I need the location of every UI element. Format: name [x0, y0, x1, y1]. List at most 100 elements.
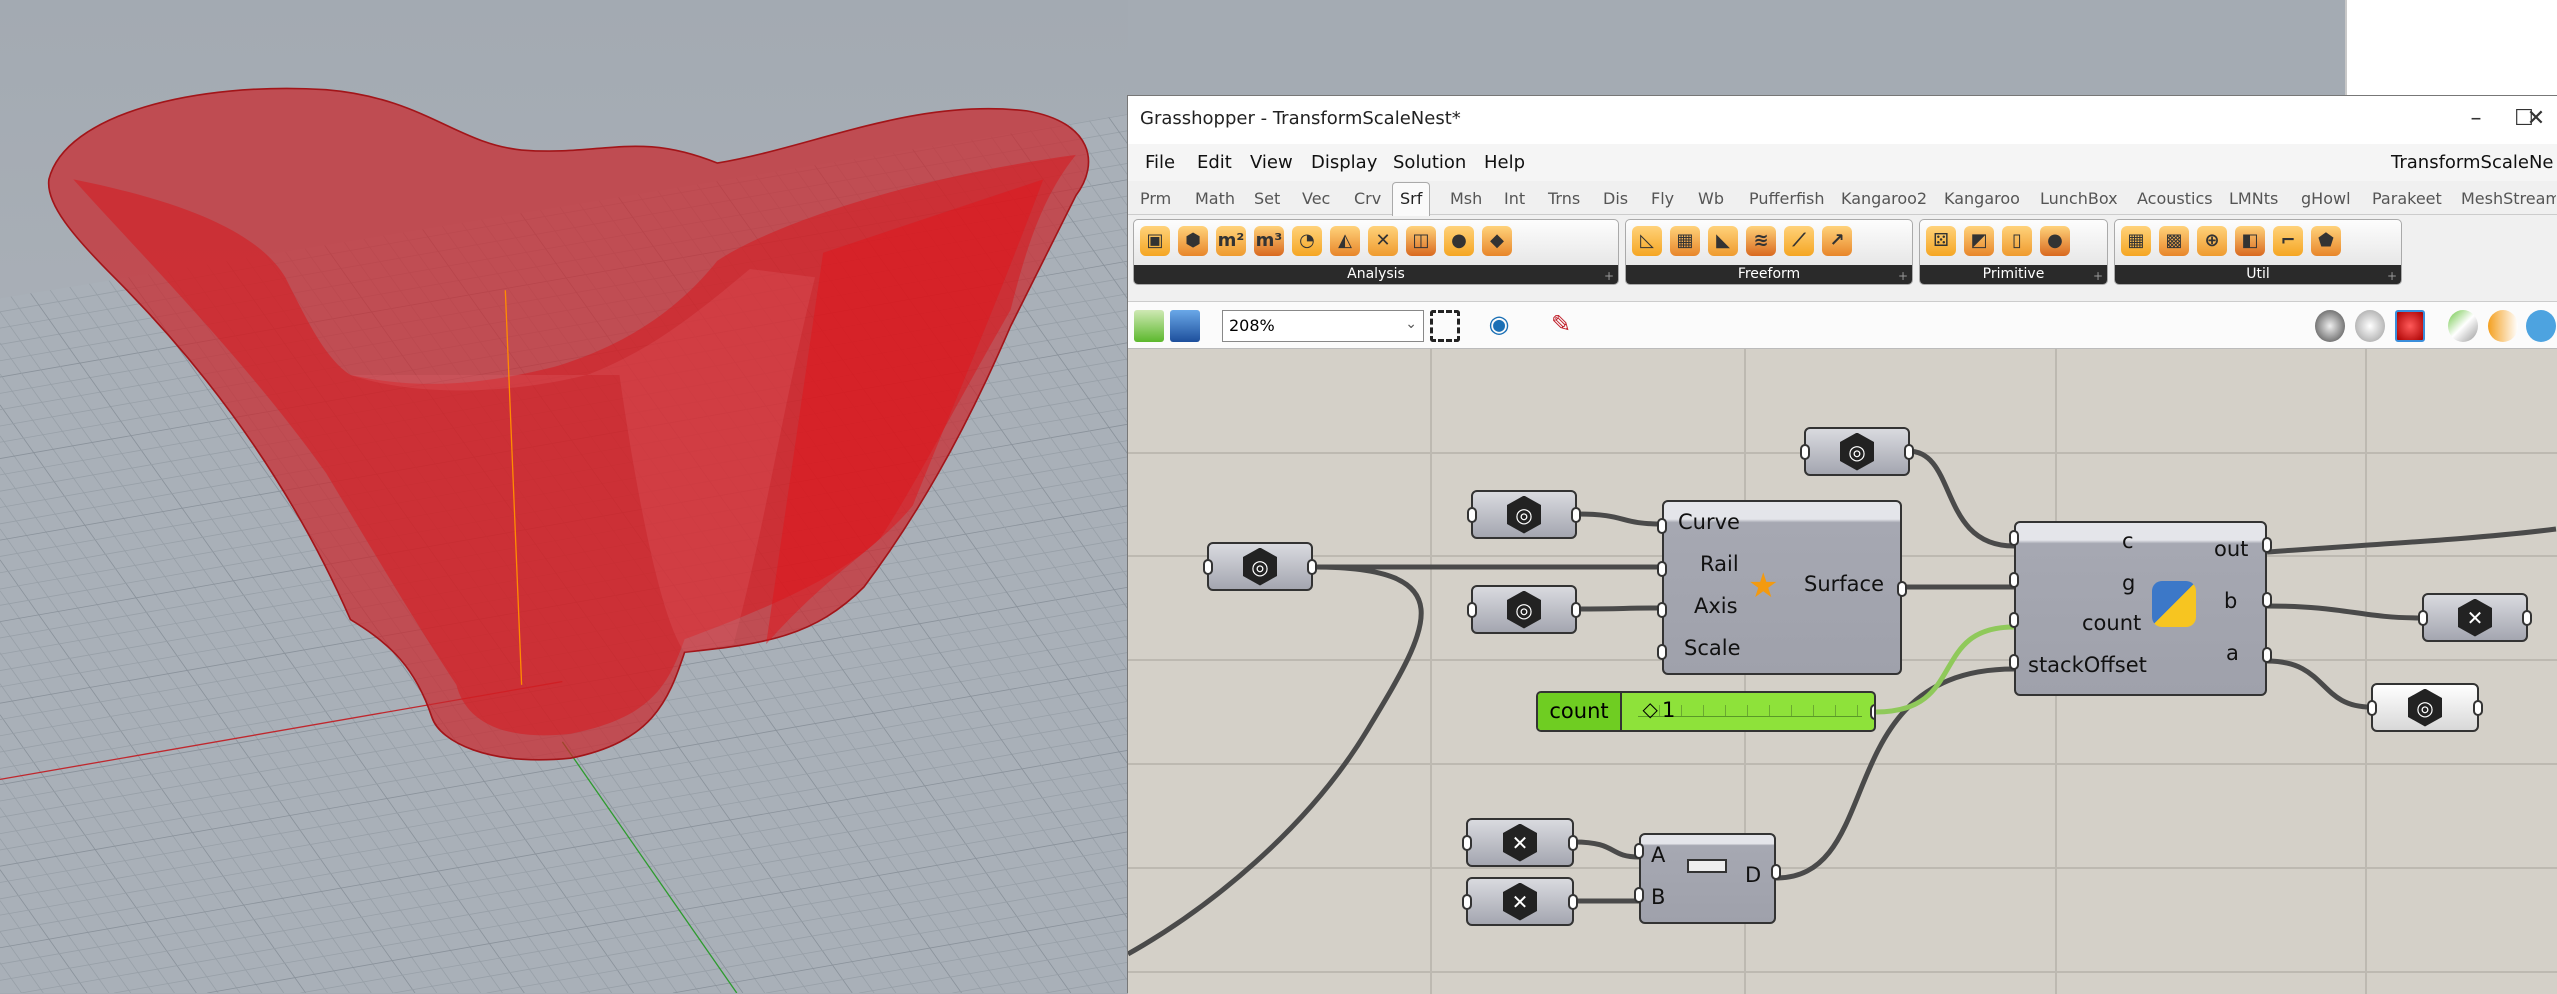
preview-shaded-icon[interactable]	[2395, 310, 2425, 342]
plane-box-icon[interactable]: ◩	[1964, 226, 1994, 256]
cylinder-icon[interactable]: ▯	[2002, 226, 2032, 256]
output-d[interactable]: D	[1745, 863, 1761, 887]
input-rail[interactable]: Rail	[1700, 552, 1739, 576]
shape-icon[interactable]: ◆	[1482, 226, 1512, 256]
sphere-points-icon[interactable]: ⚄	[1926, 226, 1956, 256]
volume-icon[interactable]: m³	[1254, 226, 1284, 256]
pipe-icon[interactable]: ⟋	[1784, 226, 1814, 256]
tab-acoustics[interactable]: Acoustics	[2137, 189, 2213, 208]
output-surface[interactable]: Surface	[1804, 572, 1884, 596]
axis-param[interactable]: ◎	[1467, 585, 1581, 634]
sweep-icon[interactable]: ↗	[1822, 226, 1852, 256]
preview-selected-icon[interactable]	[2448, 310, 2478, 342]
tab-ghowl[interactable]: gHowl	[2301, 189, 2351, 208]
expand-group-icon[interactable]: +	[1898, 269, 1908, 283]
isotrim-icon[interactable]: ▩	[2159, 226, 2189, 256]
tab-dis[interactable]: Dis	[1603, 189, 1628, 208]
curve-param[interactable]: ◎	[1467, 490, 1581, 539]
tab-lmnts[interactable]: LMNts	[2229, 189, 2278, 208]
flip-icon[interactable]: ⬟	[2311, 226, 2341, 256]
offset-icon[interactable]: ⊕	[2197, 226, 2227, 256]
menu-solution[interactable]: Solution	[1393, 152, 1466, 173]
sketch-pen-icon[interactable]: ✎	[1546, 310, 1576, 342]
tab-fly[interactable]: Fly	[1651, 189, 1674, 208]
slider-grip[interactable]: ◇	[1642, 697, 1657, 721]
expand-group-icon[interactable]: +	[2387, 269, 2397, 283]
input-curve[interactable]: Curve	[1678, 510, 1740, 534]
closest-point-icon[interactable]: ◫	[1406, 226, 1436, 256]
network-icon[interactable]: ▦	[1670, 226, 1700, 256]
input-a[interactable]: A	[1651, 843, 1665, 867]
tab-math[interactable]: Math	[1195, 189, 1235, 208]
output-out[interactable]: out	[2214, 537, 2248, 561]
evaluate-icon[interactable]: ◔	[1292, 226, 1322, 256]
python-component[interactable]: c g count stackOffset out b a	[2009, 521, 2272, 696]
input-count[interactable]: count	[2082, 611, 2141, 635]
rail-revolution-component[interactable]: Curve Rail Axis Scale ★ Surface	[1657, 500, 1907, 675]
tab-prm[interactable]: Prm	[1140, 189, 1171, 208]
tab-lunchbox[interactable]: LunchBox	[2040, 189, 2118, 208]
save-file-icon[interactable]	[1170, 310, 1200, 342]
menu-help[interactable]: Help	[1484, 152, 1525, 173]
brep-icon[interactable]: ⬢	[1178, 226, 1208, 256]
expand-group-icon[interactable]: +	[2093, 269, 2103, 283]
curve-param-a[interactable]: ◎	[2367, 683, 2483, 732]
extrude-icon[interactable]: ◣	[1708, 226, 1738, 256]
input-axis[interactable]: Axis	[1694, 594, 1738, 618]
close-button[interactable]: ✕	[2516, 102, 2556, 136]
edges-icon[interactable]: ⌐	[2273, 226, 2303, 256]
tab-msh[interactable]: Msh	[1450, 189, 1482, 208]
output-b[interactable]: b	[2224, 589, 2237, 613]
tab-crv[interactable]: Crv	[1354, 189, 1381, 208]
tab-wb[interactable]: Wb	[1698, 189, 1724, 208]
menu-view[interactable]: View	[1250, 152, 1293, 173]
minimize-button[interactable]: –	[2456, 102, 2496, 136]
tab-set[interactable]: Set	[1254, 189, 1280, 208]
menu-file[interactable]: File	[1145, 152, 1175, 173]
tab-srf[interactable]: Srf	[1392, 182, 1431, 216]
sphere-icon[interactable]: ●	[2040, 226, 2070, 256]
deconstruct-icon[interactable]: ◭	[1330, 226, 1360, 256]
tab-kangaroo[interactable]: Kangaroo	[1944, 189, 2020, 208]
area-icon[interactable]: m²	[1216, 226, 1246, 256]
document-name[interactable]: TransformScaleNe	[2391, 152, 2554, 173]
input-b[interactable]: B	[1651, 885, 1665, 909]
tab-kangaroo2[interactable]: Kangaroo2	[1841, 189, 1927, 208]
divide-icon[interactable]: ▦	[2121, 226, 2151, 256]
curve-param-top[interactable]: ◎	[1800, 427, 1914, 476]
input-c[interactable]: c	[2122, 529, 2134, 553]
tab-meshstreami[interactable]: MeshStreami	[2461, 189, 2556, 208]
preview-off-icon[interactable]	[2315, 310, 2345, 342]
input-scale[interactable]: Scale	[1684, 636, 1741, 660]
open-file-icon[interactable]	[1134, 310, 1164, 342]
menu-display[interactable]: Display	[1311, 152, 1377, 173]
grasshopper-canvas[interactable]: ◎ ◎ ◎ ◎ Curve Rail Axis Scale ★ Surface …	[1128, 349, 2557, 994]
zoom-dropdown[interactable]: 208% ⌄	[1222, 310, 1424, 342]
tab-trns[interactable]: Trns	[1548, 189, 1580, 208]
generic-param-b[interactable]: ✕	[2418, 593, 2532, 642]
output-a[interactable]: a	[2226, 641, 2239, 665]
input-stackoffset[interactable]: stackOffset	[2028, 653, 2147, 677]
zoom-extents-icon[interactable]	[1430, 310, 1460, 342]
generic-param-2[interactable]: ✕	[1462, 877, 1578, 926]
menu-edit[interactable]: Edit	[1197, 152, 1232, 173]
rhino-viewport[interactable]	[0, 0, 1128, 993]
count-number-slider[interactable]: count ◇ 1	[1536, 691, 1876, 732]
preview-settings-icon[interactable]	[2526, 310, 2556, 342]
generic-param-1[interactable]: ✕	[1462, 818, 1578, 867]
dimensions-icon[interactable]: ✕	[1368, 226, 1398, 256]
preview-mesh-icon[interactable]	[2488, 310, 2518, 342]
cap-icon[interactable]: ◧	[2235, 226, 2265, 256]
preview-wireframe-icon[interactable]	[2355, 310, 2385, 342]
loft-icon[interactable]: ≋	[1746, 226, 1776, 256]
eye-icon[interactable]: ◉	[1484, 310, 1514, 342]
tab-parakeet[interactable]: Parakeet	[2372, 189, 2442, 208]
tab-vec[interactable]: Vec	[1302, 189, 1330, 208]
box-icon[interactable]: ▣	[1140, 226, 1170, 256]
tab-pufferfish[interactable]: Pufferfish	[1749, 189, 1825, 208]
expand-group-icon[interactable]: +	[1604, 269, 1614, 283]
tab-int[interactable]: Int	[1504, 189, 1525, 208]
point-on-icon[interactable]: ●	[1444, 226, 1474, 256]
input-g[interactable]: g	[2122, 571, 2135, 595]
distance-component[interactable]: A B D	[1634, 833, 1781, 924]
